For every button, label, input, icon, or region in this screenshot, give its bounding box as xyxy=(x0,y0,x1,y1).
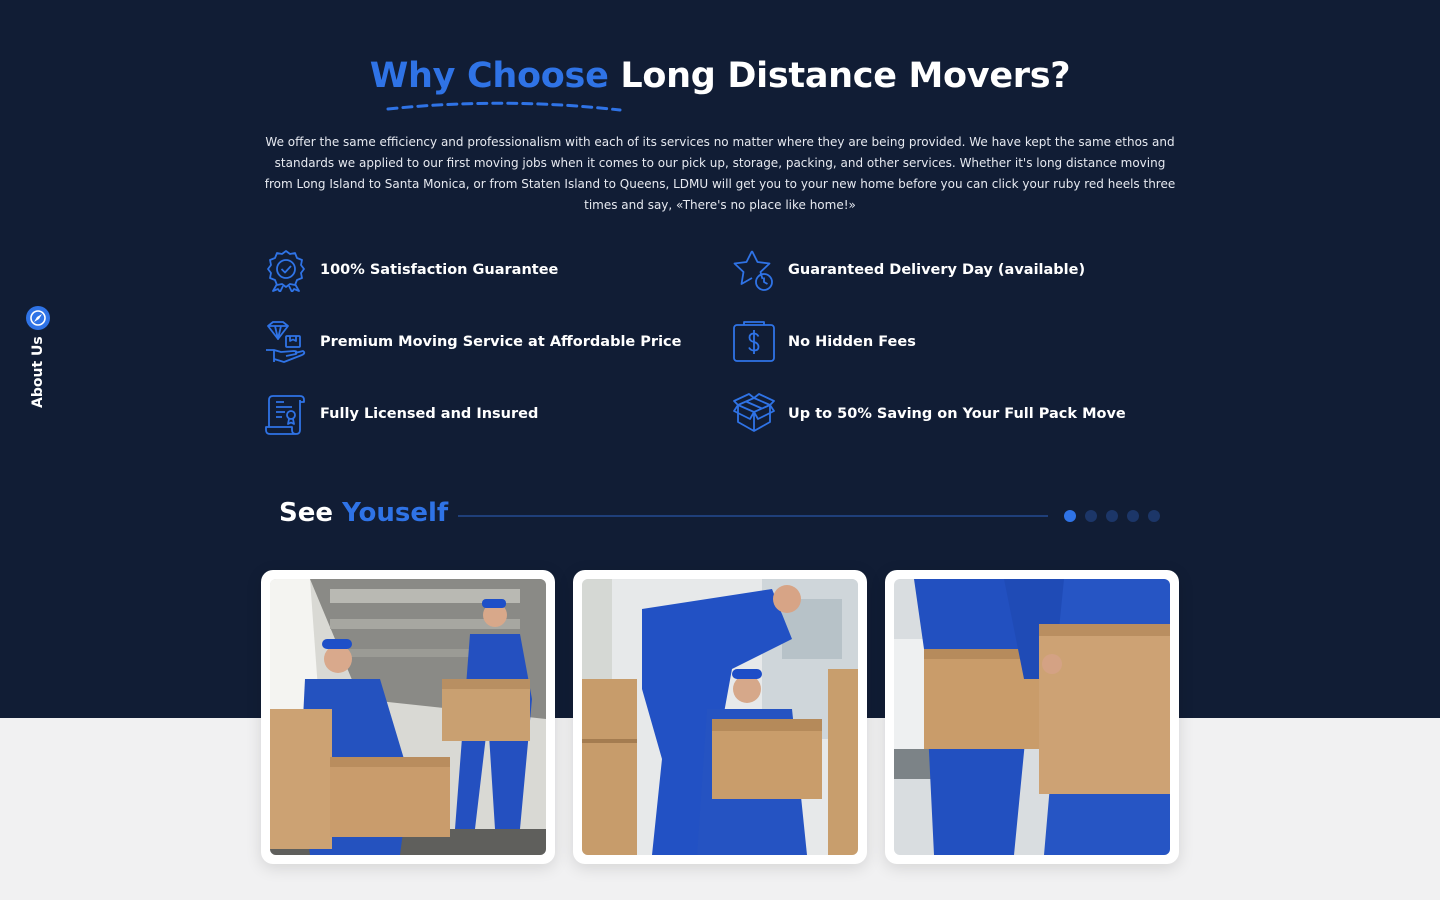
gallery-photo-1 xyxy=(270,579,546,855)
heading-rest: Long Distance Movers? xyxy=(620,56,1071,96)
feature-label: Premium Moving Service at Affordable Pri… xyxy=(320,334,682,350)
feature-full-pack-saving: Up to 50% Saving on Your Full Pack Move xyxy=(732,390,1126,438)
compass-icon xyxy=(25,305,51,331)
feature-label: No Hidden Fees xyxy=(788,334,916,350)
feature-guaranteed-delivery-day: Guaranteed Delivery Day (available) xyxy=(732,246,1085,294)
movers-carrying-boxes-photo xyxy=(894,579,1170,855)
gallery-divider xyxy=(458,515,1048,517)
gallery-card-2[interactable] xyxy=(573,570,867,864)
award-badge-icon xyxy=(264,248,308,292)
feature-no-hidden-fees: No Hidden Fees xyxy=(732,318,916,366)
feature-label: 100% Satisfaction Guarantee xyxy=(320,262,559,278)
diamond-hand-icon xyxy=(264,320,308,364)
carousel-dot-5[interactable] xyxy=(1148,510,1160,522)
intro-paragraph: We offer the same efficiency and profess… xyxy=(264,135,1176,212)
movers-lifting-photo xyxy=(582,579,858,855)
carousel-dot-4[interactable] xyxy=(1127,510,1139,522)
section-heading: Why Choose Long Distance Movers? xyxy=(0,56,1440,96)
about-us-side-tab[interactable]: About Us xyxy=(22,305,56,415)
feature-label: Up to 50% Saving on Your Full Pack Move xyxy=(788,406,1126,422)
star-clock-icon xyxy=(732,248,776,292)
dollar-document-icon xyxy=(732,320,776,364)
heading-accent: Why Choose xyxy=(369,56,609,96)
feature-premium-moving-service: Premium Moving Service at Affordable Pri… xyxy=(264,318,681,366)
gallery-title: See Youself xyxy=(279,498,448,528)
heading-underline-decoration xyxy=(386,101,622,112)
movers-van-photo xyxy=(270,579,546,855)
gallery-photo-3 xyxy=(894,579,1170,855)
carousel-dot-1[interactable] xyxy=(1064,510,1076,522)
gallery-card-1[interactable] xyxy=(261,570,555,864)
carousel-pagination xyxy=(1064,510,1160,522)
gallery-title-accent: Youself xyxy=(342,498,449,528)
carousel-dot-2[interactable] xyxy=(1085,510,1097,522)
carousel-dot-3[interactable] xyxy=(1106,510,1118,522)
boxes-icon xyxy=(732,392,776,436)
gallery-card-3[interactable] xyxy=(885,570,1179,864)
license-document-icon xyxy=(264,392,308,436)
about-us-label: About Us xyxy=(30,336,46,408)
gallery-title-plain: See xyxy=(279,498,333,528)
feature-label: Guaranteed Delivery Day (available) xyxy=(788,262,1086,278)
feature-label: Fully Licensed and Insured xyxy=(320,406,539,422)
gallery-photo-2 xyxy=(582,579,858,855)
feature-satisfaction-guarantee: 100% Satisfaction Guarantee xyxy=(264,246,558,294)
feature-licensed-insured: Fully Licensed and Insured xyxy=(264,390,538,438)
